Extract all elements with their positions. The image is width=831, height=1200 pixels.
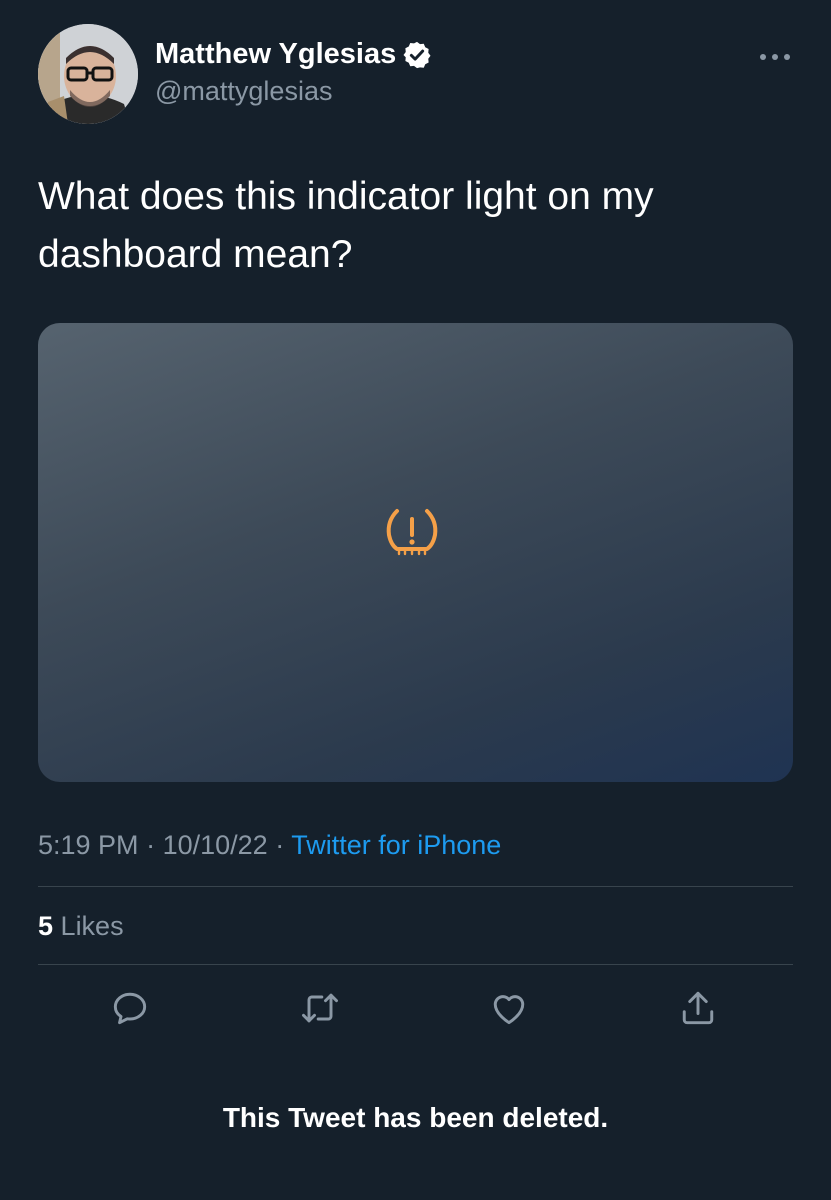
likes-stat[interactable]: 5 Likes [38, 911, 124, 942]
avatar[interactable] [38, 24, 138, 124]
tweet-meta: 5:19 PM · 10/10/22 · Twitter for iPhone [38, 830, 501, 861]
author-handle[interactable]: @mattyglesias [155, 76, 332, 107]
tweet-time[interactable]: 5:19 PM [38, 830, 139, 860]
like-icon[interactable] [487, 986, 531, 1030]
share-icon[interactable] [676, 986, 720, 1030]
likes-label: Likes [60, 911, 124, 941]
meta-separator: · [275, 830, 285, 860]
tire-pressure-warning-icon [383, 505, 441, 559]
author-name-row[interactable]: Matthew Yglesias [155, 38, 432, 71]
deleted-tweet-notice: This Tweet has been deleted. [222, 1102, 609, 1133]
divider [38, 886, 793, 887]
retweet-icon[interactable] [298, 986, 342, 1030]
reply-icon[interactable] [108, 986, 152, 1030]
verified-badge-icon [402, 40, 432, 70]
divider [38, 964, 793, 965]
meta-separator: · [146, 830, 156, 860]
tweet-date[interactable]: 10/10/22 [163, 830, 268, 860]
tweet-source-link[interactable]: Twitter for iPhone [291, 830, 501, 860]
more-options-icon[interactable] [752, 42, 798, 72]
tweet-text: What does this indicator light on my das… [38, 175, 654, 276]
likes-count: 5 [38, 911, 54, 941]
author-display-name[interactable]: Matthew Yglesias [155, 38, 396, 71]
